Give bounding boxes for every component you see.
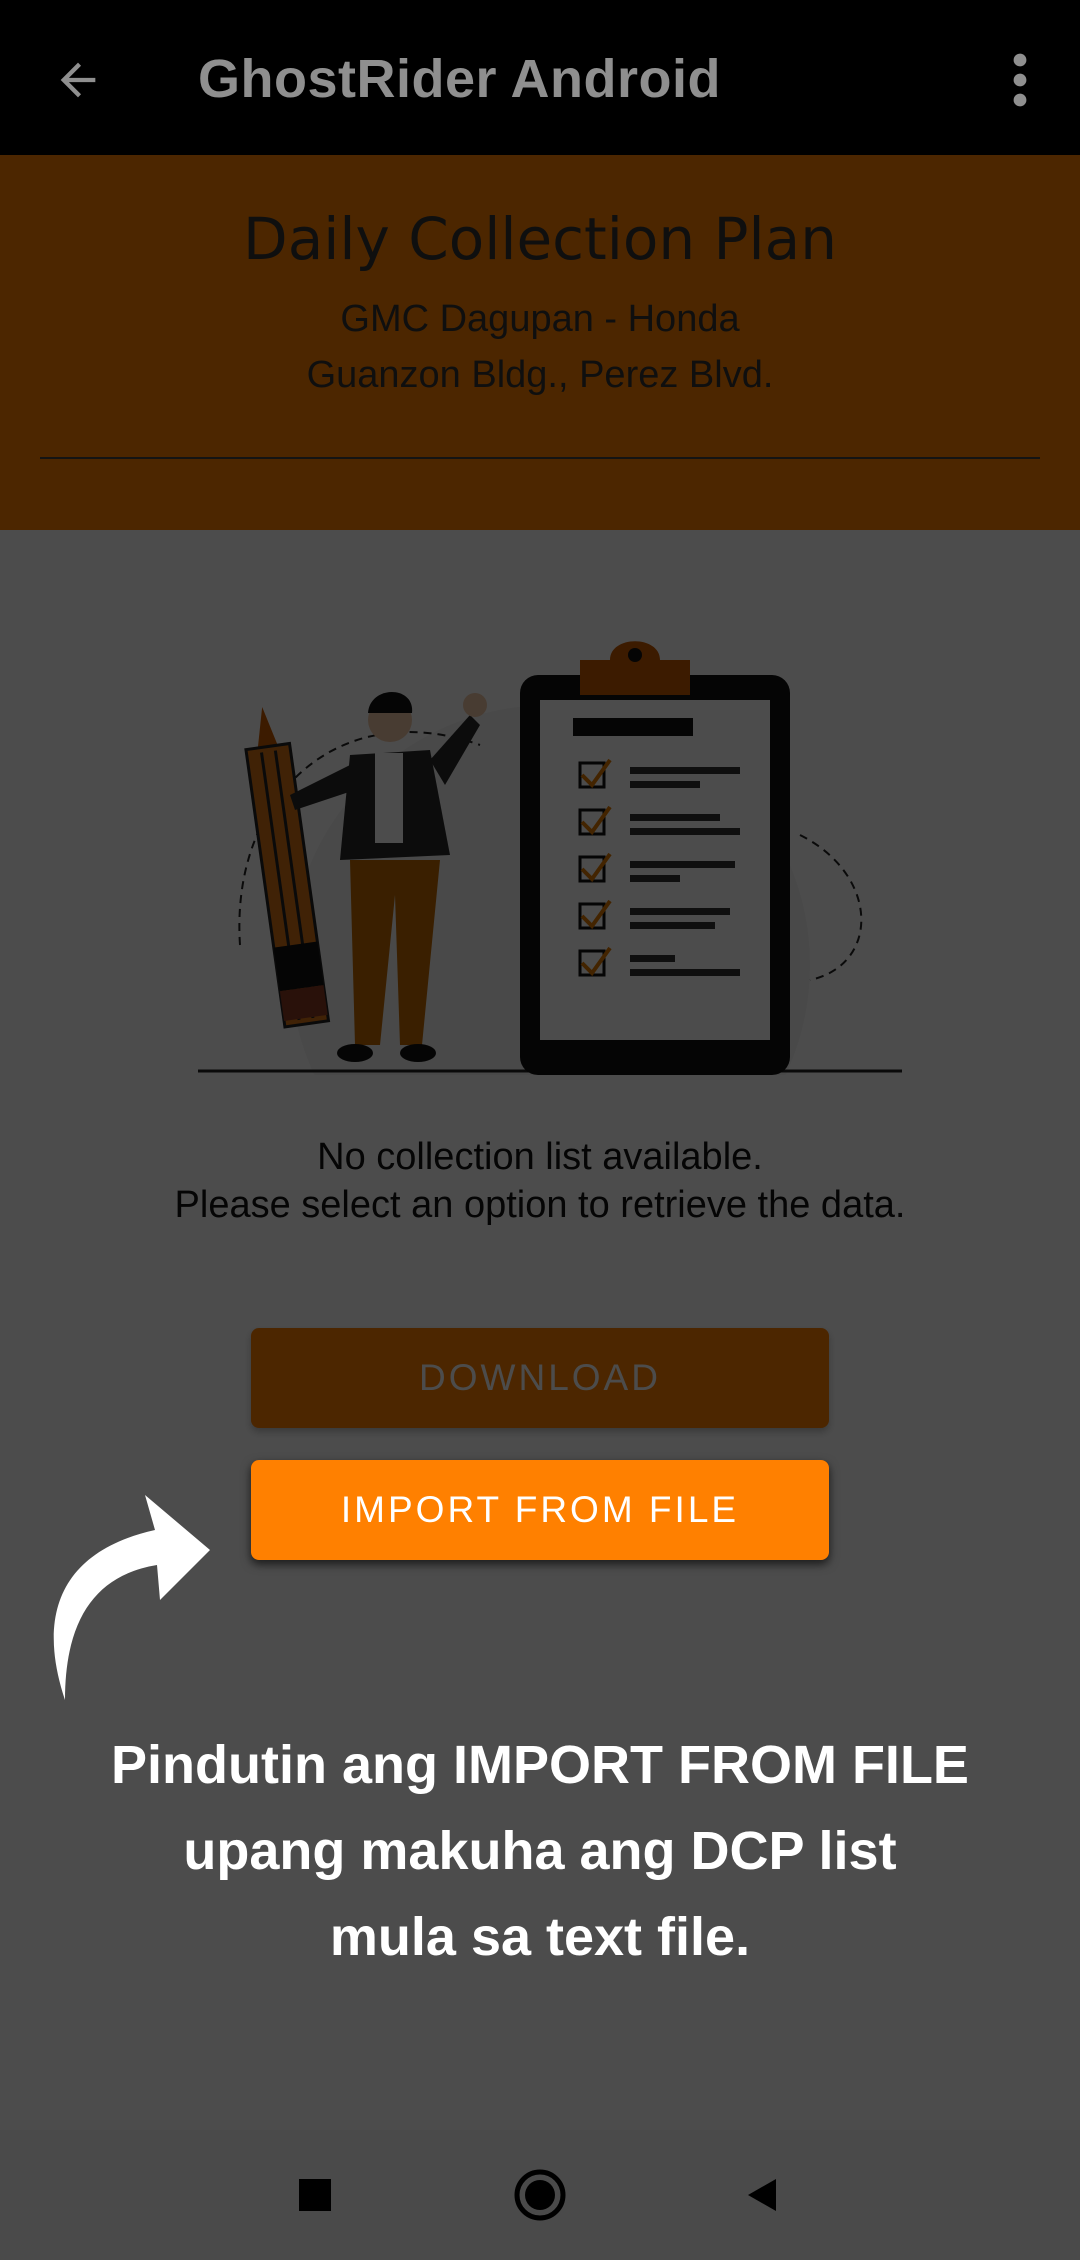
triangle-back-icon [748, 2179, 776, 2211]
tutorial-line-1: Pindutin ang IMPORT FROM FILE [111, 1735, 969, 1795]
home-button[interactable] [500, 2155, 580, 2235]
app-title: GhostRider Android [198, 49, 721, 109]
app-bar: GhostRider Android [0, 0, 1080, 155]
recents-button[interactable] [275, 2155, 355, 2235]
empty-state-line-1: No collection list available. [317, 1136, 763, 1178]
download-button[interactable]: DOWNLOAD [251, 1328, 829, 1428]
tutorial-line-3: mula sa text file. [329, 1907, 751, 1967]
back-button[interactable] [38, 40, 118, 120]
arrow-left-icon [60, 62, 96, 98]
branch-line-2: Guanzon Bldg., Perez Blvd. [306, 354, 774, 396]
import-from-file-button[interactable]: IMPORT FROM FILE [251, 1460, 829, 1560]
collection-plan-header: Daily Collection Plan GMC Dagupan - Hond… [0, 155, 1080, 530]
curved-arrow-icon [53, 1495, 210, 1700]
circle-icon [514, 2169, 566, 2221]
square-icon [299, 2179, 331, 2211]
tutorial-instruction: Pindutin ang IMPORT FROM FILE upang maku… [40, 1722, 1040, 1980]
branch-line-1: GMC Dagupan - Honda [340, 298, 740, 340]
branch-name: GMC Dagupan - Honda Guanzon Bldg., Perez… [0, 291, 1080, 403]
tutorial-line-2: upang makuha ang DCP list [183, 1821, 897, 1881]
more-vert-icon [1013, 53, 1027, 107]
system-nav-bar [0, 2130, 1080, 2260]
page-title: Daily Collection Plan [243, 205, 837, 273]
overflow-menu-button[interactable] [990, 40, 1050, 120]
empty-list-illustration [198, 641, 902, 1075]
nav-back-button[interactable] [722, 2155, 802, 2235]
empty-state-line-2: Please select an option to retrieve the … [174, 1184, 906, 1226]
header-divider [40, 457, 1040, 459]
empty-state-message: No collection list available. Please sel… [0, 1133, 1080, 1229]
